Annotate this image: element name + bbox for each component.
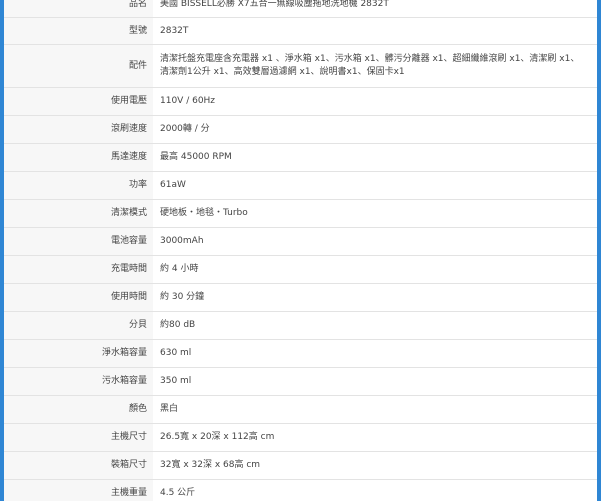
spec-value-box-size: 32寬 x 32深 x 68高 cm [153,451,597,480]
spec-value-power: 61aW [153,171,597,200]
spec-value-dirty-tank: 350 ml [153,367,597,396]
table-row: 配件 清潔托盤充電座含充電器 x1 、淨水箱 x1、污水箱 x1、髒污分離器 x… [4,44,597,88]
table-row: 主機重量 4.5 公斤 [4,479,597,501]
table-row: 分貝 約80 dB [4,311,597,340]
table-row: 淨水箱容量 630 ml [4,339,597,368]
spec-label-product-name: 品名 [4,0,153,18]
spec-value-noise: 約80 dB [153,311,597,340]
spec-label-battery-capacity: 電池容量 [4,227,153,256]
spec-page: 品名 美國 BISSELL必勝 X7五合一無線吸塵拖地洗地機 2832T 型號 … [0,0,601,501]
table-row: 清潔模式 硬地板・地毯・Turbo [4,199,597,228]
right-accent-bar [597,0,601,501]
table-row: 功率 61aW [4,171,597,200]
table-row: 使用電壓 110V / 60Hz [4,87,597,116]
spec-label-motor-speed: 馬達速度 [4,143,153,172]
spec-value-brush-speed: 2000轉 / 分 [153,115,597,144]
spec-value-charge-time: 約 4 小時 [153,255,597,284]
spec-value-cleaning-mode: 硬地板・地毯・Turbo [153,199,597,228]
table-row: 污水箱容量 350 ml [4,367,597,396]
table-row: 馬達速度 最高 45000 RPM [4,143,597,172]
spec-value-color: 黑白 [153,395,597,424]
spec-table: 品名 美國 BISSELL必勝 X7五合一無線吸塵拖地洗地機 2832T 型號 … [4,0,597,501]
spec-label-unit-size: 主機尺寸 [4,423,153,452]
spec-value-product-name: 美國 BISSELL必勝 X7五合一無線吸塵拖地洗地機 2832T [153,0,597,18]
spec-value-weight: 4.5 公斤 [153,479,597,501]
spec-label-dirty-tank: 污水箱容量 [4,367,153,396]
spec-value-battery-capacity: 3000mAh [153,227,597,256]
table-row: 滾刷速度 2000轉 / 分 [4,115,597,144]
spec-label-noise: 分貝 [4,311,153,340]
table-row: 電池容量 3000mAh [4,227,597,256]
spec-label-cleaning-mode: 清潔模式 [4,199,153,228]
spec-value-voltage: 110V / 60Hz [153,87,597,116]
table-row: 充電時間 約 4 小時 [4,255,597,284]
spec-label-power: 功率 [4,171,153,200]
table-row: 使用時間 約 30 分鐘 [4,283,597,312]
table-row: 型號 2832T [4,17,597,45]
spec-value-accessories: 清潔托盤充電座含充電器 x1 、淨水箱 x1、污水箱 x1、髒污分離器 x1、超… [153,44,597,88]
table-row: 主機尺寸 26.5寬 x 20深 x 112高 cm [4,423,597,452]
spec-label-color: 顏色 [4,395,153,424]
spec-label-accessories: 配件 [4,44,153,88]
spec-label-run-time: 使用時間 [4,283,153,312]
spec-value-motor-speed: 最高 45000 RPM [153,143,597,172]
spec-value-unit-size: 26.5寬 x 20深 x 112高 cm [153,423,597,452]
spec-label-charge-time: 充電時間 [4,255,153,284]
table-row: 裝箱尺寸 32寬 x 32深 x 68高 cm [4,451,597,480]
table-row: 顏色 黑白 [4,395,597,424]
spec-label-box-size: 裝箱尺寸 [4,451,153,480]
spec-label-brush-speed: 滾刷速度 [4,115,153,144]
spec-value-clean-tank: 630 ml [153,339,597,368]
spec-value-model: 2832T [153,17,597,45]
spec-label-clean-tank: 淨水箱容量 [4,339,153,368]
spec-label-model: 型號 [4,17,153,45]
spec-label-voltage: 使用電壓 [4,87,153,116]
spec-label-weight: 主機重量 [4,479,153,501]
spec-value-run-time: 約 30 分鐘 [153,283,597,312]
table-row: 品名 美國 BISSELL必勝 X7五合一無線吸塵拖地洗地機 2832T [4,0,597,18]
